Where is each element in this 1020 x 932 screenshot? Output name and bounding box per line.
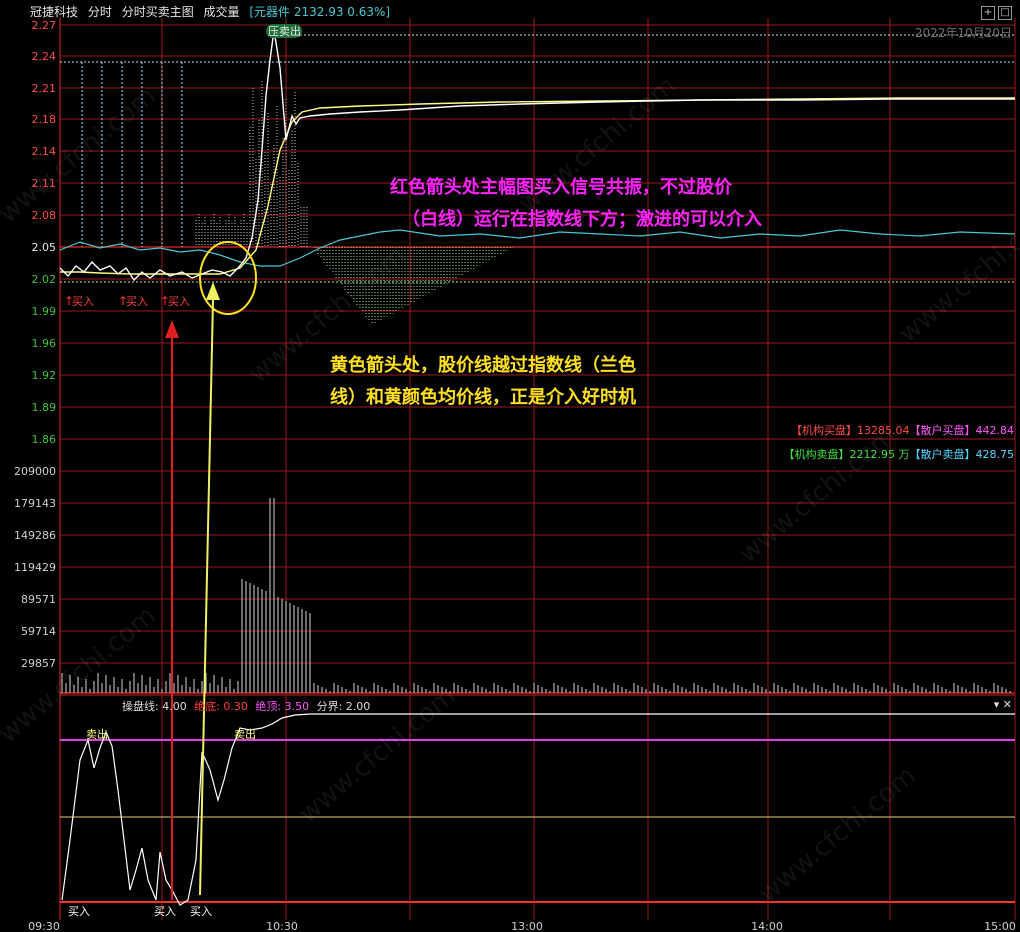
side-buy-stats: 【机构买盘】13285.04【散户买盘】442.84	[791, 422, 1014, 438]
time-tick-label: 14:00	[751, 920, 783, 932]
red-arrow-head	[165, 320, 179, 338]
indicator-boundary-label: 分界: 2.00	[316, 700, 371, 713]
close-icon[interactable]: ✕	[1003, 698, 1012, 711]
highlight-circle	[199, 241, 257, 315]
volume-tick-label: 209000	[14, 465, 56, 478]
indicator-buy-label: 买入	[68, 905, 90, 918]
chart-header: 冠捷科技 分时 分时买卖主图 成交量 [元器件 2132.93 0.63%]	[30, 3, 396, 20]
price-tick-label: 1.86	[32, 433, 57, 446]
volume-tick-label: 179143	[14, 497, 56, 510]
indicator-bottom-label: 绝底: 0.30	[194, 700, 248, 713]
volume-tick-label: 149286	[14, 529, 56, 542]
time-tick-label: 13:00	[511, 920, 543, 932]
indicator-legend: 操盘线: 4.00 绝底: 0.30 绝顶: 3.50 分界: 2.00	[122, 698, 374, 714]
price-tick-label: 2.18	[32, 113, 57, 126]
annotation-yellow-line1: 黄色箭头处，股价线越过指数线（兰色	[330, 355, 636, 376]
price-tick-label: 2.24	[32, 50, 57, 63]
retail-buy-label: 【散户买盘】	[909, 424, 976, 437]
annotation-yellow: 黄色箭头处，股价线越过指数线（兰色 线）和黄颜色均价线，正是介入好时机	[330, 350, 636, 414]
time-axis: 09:30 10:30 13:00 14:00 15:00	[28, 920, 1016, 932]
indicator-sell-label: 卖出	[86, 727, 108, 741]
volume-axis: 209000 179143 149286 119429 89571 59714 29857	[14, 465, 56, 670]
yellow-arrow-head	[206, 282, 220, 300]
price-tick-label: 2.02	[32, 273, 57, 286]
price-tick-label: 2.05	[32, 241, 57, 254]
time-tick-label: 15:00	[984, 920, 1016, 932]
tab-volume[interactable]: 成交量	[204, 5, 240, 19]
indicator-buy-label: 买入	[190, 905, 212, 918]
price-tick-label: 2.27	[32, 19, 57, 32]
stock-name: 冠捷科技	[30, 5, 79, 19]
price-tick-label: 2.21	[32, 82, 57, 95]
buy-signal-label: 买入	[168, 295, 190, 308]
inst-buy-label: 【机构买盘】	[791, 424, 857, 437]
buy-signal-label: 买入	[126, 295, 148, 308]
annotation-red-line2: （白线）运行在指数线下方；激进的可以介入	[402, 209, 762, 230]
indicator-top-label: 绝顶: 3.50	[255, 700, 310, 713]
indicator-controls: ▾ ✕	[994, 698, 1012, 711]
buy-signal-label: 买入	[72, 295, 94, 308]
sell-top-label: 压卖出	[268, 24, 301, 38]
yellow-arrow-line	[199, 299, 214, 896]
tab-time[interactable]: 分时	[88, 5, 112, 19]
chart-date: 2022年10月20日	[914, 26, 1012, 40]
tab-main[interactable]: 分时买卖主图	[122, 5, 194, 19]
window-controls: + □	[978, 4, 1012, 20]
annotation-yellow-line2: 线）和黄颜色均价线，正是介入好时机	[330, 387, 636, 408]
price-tick-label: 1.96	[32, 337, 57, 350]
volume-tick-label: 59714	[21, 625, 56, 638]
annotation-arrows	[165, 241, 257, 900]
expand-icon[interactable]: □	[998, 6, 1012, 20]
time-tick-label: 10:30	[266, 920, 298, 932]
price-axis: 2.272.242.212.182.142.112.082.052.021.99…	[32, 19, 57, 446]
price-tick-label: 1.92	[32, 369, 57, 382]
time-tick-label: 09:30	[28, 920, 60, 932]
index-info: [元器件 2132.93 0.63%]	[249, 5, 391, 19]
add-icon[interactable]: +	[981, 6, 995, 20]
price-line	[59, 29, 1015, 282]
price-tick-label: 1.89	[32, 401, 57, 414]
retail-sell-value: 428.75	[975, 448, 1015, 461]
volume-tick-label: 89571	[21, 593, 56, 606]
indicator-line-label: 操盘线: 4.00	[122, 700, 187, 713]
indicator-sell-label: 卖出	[234, 727, 256, 741]
volume-tick-label: 29857	[21, 657, 56, 670]
dropdown-icon[interactable]: ▾	[994, 698, 1000, 711]
retail-sell-label: 【散户卖盘】	[909, 448, 976, 461]
volume-tick-label: 119429	[14, 561, 56, 574]
retail-buy-value: 442.84	[975, 424, 1015, 437]
price-tick-label: 2.08	[32, 209, 57, 222]
side-sell-stats: 【机构卖盘】2212.95 万【散户卖盘】428.75	[784, 446, 1014, 462]
price-tick-label: 1.99	[32, 305, 57, 318]
indicator-buy-label: 买入	[154, 905, 176, 918]
